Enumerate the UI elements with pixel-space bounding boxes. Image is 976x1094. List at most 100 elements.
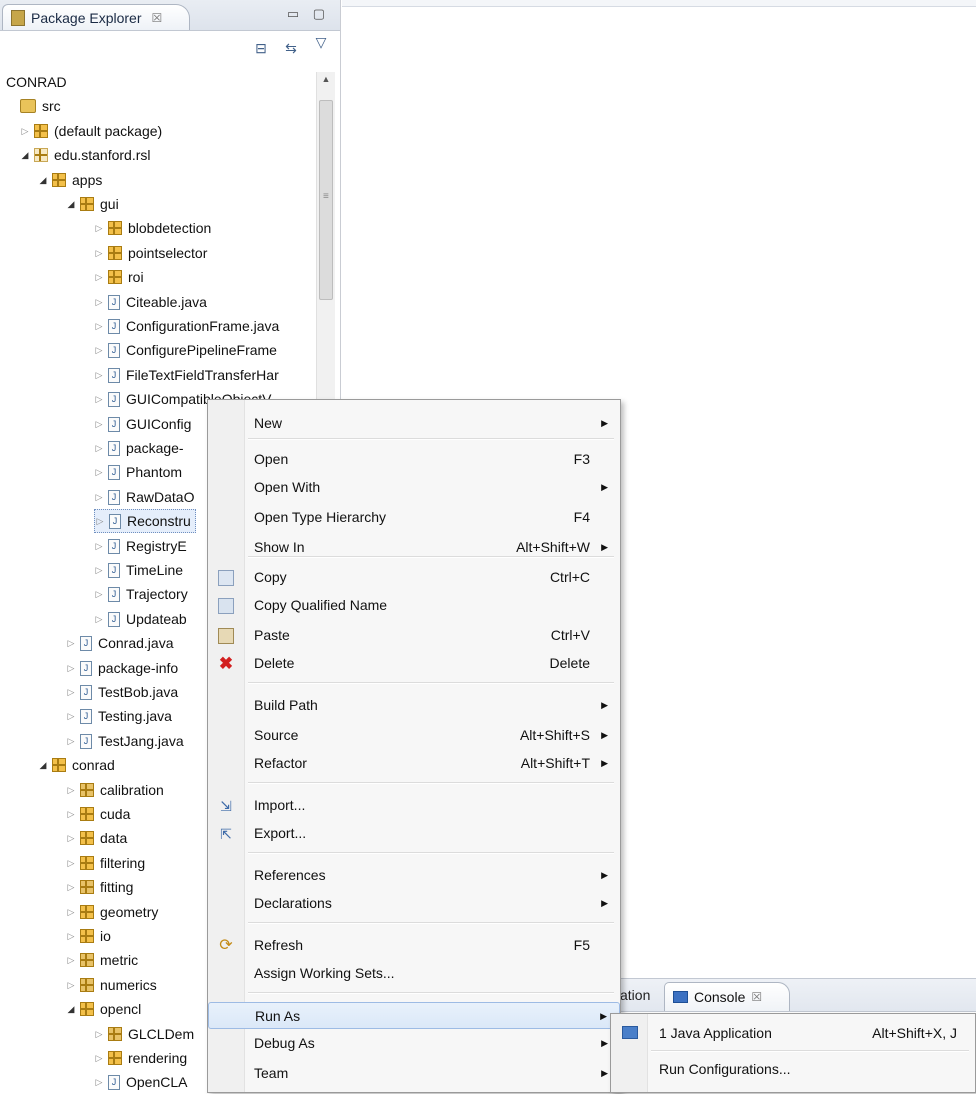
expand-arrow-icon[interactable]: ▷ xyxy=(94,241,104,265)
tree-item[interactable]: ▷ numerics xyxy=(66,973,157,997)
expand-arrow-icon[interactable]: ▷ xyxy=(94,412,104,436)
tree-item[interactable]: ▷ Jpackage- xyxy=(94,436,184,460)
expand-arrow-icon[interactable]: ▷ xyxy=(94,265,104,289)
expand-arrow-icon[interactable]: ▷ xyxy=(94,1046,104,1070)
tree-item[interactable]: ▷ J OpenCLA xyxy=(94,1070,188,1093)
tree-item[interactable]: ▷ J ConfigurationFrame.java xyxy=(94,314,280,338)
tree-item[interactable]: ▷ roi xyxy=(94,265,144,289)
tree-item[interactable]: ▷ J FileTextFieldTransferHar xyxy=(94,363,279,387)
collapse-all-icon[interactable]: ⊟ xyxy=(252,39,270,57)
menu-item-references[interactable]: References ▶ xyxy=(208,862,620,889)
expand-arrow-icon[interactable]: ▷ xyxy=(66,826,76,850)
tree-item[interactable]: ◢ apps xyxy=(38,168,103,192)
expand-arrow-icon[interactable]: ▷ xyxy=(66,900,76,924)
menu-item-copy[interactable]: Copy Ctrl+C xyxy=(208,564,620,591)
tree-item[interactable]: ▷ Jpackage-info xyxy=(66,656,179,680)
menu-item-team[interactable]: Team ▶ xyxy=(208,1060,620,1087)
expand-arrow-icon[interactable]: ▷ xyxy=(66,729,76,753)
expand-arrow-icon[interactable]: ▷ xyxy=(66,680,76,704)
view-menu-icon[interactable]: ▽ xyxy=(312,33,330,51)
menu-item-refactor[interactable]: Refactor Alt+Shift+T ▶ xyxy=(208,750,620,777)
expand-arrow-icon[interactable]: ▷ xyxy=(94,1070,104,1093)
tree-item[interactable]: ▷ fitting xyxy=(66,875,134,899)
tree-item[interactable]: ▷ geometry xyxy=(66,900,159,924)
expand-arrow-icon[interactable]: ▷ xyxy=(95,509,105,533)
tree-item[interactable]: ▷ J Conrad.java xyxy=(66,631,174,655)
tree-item[interactable]: ◢ gui xyxy=(66,192,119,216)
menu-item-open-type-hierarchy[interactable]: Open Type Hierarchy F4 xyxy=(208,504,620,531)
expand-arrow-icon[interactable]: ▷ xyxy=(94,436,104,460)
collapse-arrow-icon[interactable]: ◢ xyxy=(66,997,76,1021)
expand-arrow-icon[interactable]: ▷ xyxy=(94,1022,104,1046)
collapse-arrow-icon[interactable]: ◢ xyxy=(20,143,30,167)
expand-arrow-icon[interactable]: ▷ xyxy=(94,290,104,314)
tree-item[interactable]: ▷ J TimeLine xyxy=(94,558,184,582)
menu-item-assign-working-sets[interactable]: Assign Working Sets... xyxy=(208,960,620,987)
window-controls[interactable]: ▭ ▢ xyxy=(287,6,330,22)
expand-arrow-icon[interactable]: ▷ xyxy=(66,924,76,948)
tree-item[interactable]: ▷ pointselector xyxy=(94,241,208,265)
tree-item[interactable]: ▷ J RawDataO xyxy=(94,485,195,509)
expand-arrow-icon[interactable]: ▷ xyxy=(66,802,76,826)
expand-arrow-icon[interactable]: ▷ xyxy=(94,338,104,362)
tree-item[interactable]: ▷ J Reconstru xyxy=(94,509,196,533)
expand-arrow-icon[interactable]: ▷ xyxy=(94,485,104,509)
tree-item[interactable]: ▷ metric xyxy=(66,948,139,972)
tree-item[interactable]: ◢ conrad xyxy=(38,753,115,777)
tree-item[interactable]: ▷ J TestBob.java xyxy=(66,680,179,704)
tree-item[interactable]: ▷ rendering xyxy=(94,1046,188,1070)
tree-item[interactable]: src xyxy=(6,94,61,118)
tab-console[interactable]: Console ☒ xyxy=(664,982,790,1011)
menu-item-paste[interactable]: Paste Ctrl+V xyxy=(208,622,620,649)
expand-arrow-icon[interactable]: ▷ xyxy=(66,778,76,802)
submenu-item-run-configurations[interactable]: Run Configurations... xyxy=(611,1054,975,1084)
tab-package-explorer[interactable]: Package Explorer ☒ xyxy=(2,4,190,30)
tree-item[interactable]: ▷ J ConfigurePipelineFrame xyxy=(94,338,277,362)
menu-item-show-in[interactable]: Show In Alt+Shift+W ▶ xyxy=(208,534,620,561)
tree-item[interactable]: ▷ J Trajectory xyxy=(94,582,188,606)
expand-arrow-icon[interactable]: ▷ xyxy=(66,631,76,655)
menu-item-open[interactable]: Open F3 xyxy=(208,446,620,473)
menu-item-refresh[interactable]: ⟳ Refresh F5 xyxy=(208,932,620,959)
menu-item-export[interactable]: ⇱ Export... xyxy=(208,820,620,847)
menu-item-new[interactable]: New ▶ xyxy=(208,410,620,437)
expand-arrow-icon[interactable]: ▷ xyxy=(94,534,104,558)
tree-item[interactable]: ▷ J Phantom xyxy=(94,460,183,484)
menu-item-run-as[interactable]: Run As ▶ xyxy=(208,1002,620,1029)
tree-item[interactable]: ▷ blobdetection xyxy=(94,216,212,240)
tree-item[interactable]: CONRAD xyxy=(6,70,67,94)
expand-arrow-icon[interactable]: ▷ xyxy=(66,704,76,728)
menu-item-declarations[interactable]: Declarations ▶ xyxy=(208,890,620,917)
tree-item[interactable]: ▷ J TestJang.java xyxy=(66,729,184,753)
expand-arrow-icon[interactable]: ▷ xyxy=(66,656,76,680)
scroll-thumb[interactable]: ≡ xyxy=(319,100,333,300)
collapse-arrow-icon[interactable]: ◢ xyxy=(38,753,48,777)
expand-arrow-icon[interactable]: ▷ xyxy=(94,607,104,631)
menu-item-import[interactable]: ⇲ Import... xyxy=(208,792,620,819)
close-icon[interactable]: ☒ xyxy=(152,11,163,25)
expand-arrow-icon[interactable]: ▷ xyxy=(66,973,76,997)
tree-item[interactable]: ▷ J Updateab xyxy=(94,607,187,631)
tree-item[interactable]: ▷ filtering xyxy=(66,851,146,875)
submenu-item-1-java-application[interactable]: 1 Java Application Alt+Shift+X, J xyxy=(611,1018,975,1048)
menu-item-build-path[interactable]: Build Path ▶ xyxy=(208,692,620,719)
expand-arrow-icon[interactable]: ▷ xyxy=(20,119,30,143)
tree-item[interactable]: ▷ calibration xyxy=(66,778,164,802)
expand-arrow-icon[interactable]: ▷ xyxy=(94,387,104,411)
expand-arrow-icon[interactable]: ▷ xyxy=(94,582,104,606)
expand-arrow-icon[interactable]: ▷ xyxy=(66,875,76,899)
tree-item[interactable]: ▷ GLCLDem xyxy=(94,1022,195,1046)
menu-item-source[interactable]: Source Alt+Shift+S ▶ xyxy=(208,722,620,749)
expand-arrow-icon[interactable]: ▷ xyxy=(94,558,104,582)
tree-item[interactable]: ▷ J RegistryE xyxy=(94,534,187,558)
scroll-up-arrow-icon[interactable]: ▲ xyxy=(317,74,335,84)
close-icon[interactable]: ☒ xyxy=(751,990,762,1004)
expand-arrow-icon[interactable]: ▷ xyxy=(94,216,104,240)
tree-item[interactable]: ◢ opencl xyxy=(66,997,142,1021)
expand-arrow-icon[interactable]: ▷ xyxy=(94,460,104,484)
collapse-arrow-icon[interactable]: ◢ xyxy=(38,168,48,192)
expand-arrow-icon[interactable]: ▷ xyxy=(66,851,76,875)
link-with-editor-icon[interactable]: ⇆ xyxy=(282,39,300,57)
tab-partial[interactable]: ation xyxy=(620,987,650,1003)
tree-item[interactable]: ▷ cuda xyxy=(66,802,131,826)
